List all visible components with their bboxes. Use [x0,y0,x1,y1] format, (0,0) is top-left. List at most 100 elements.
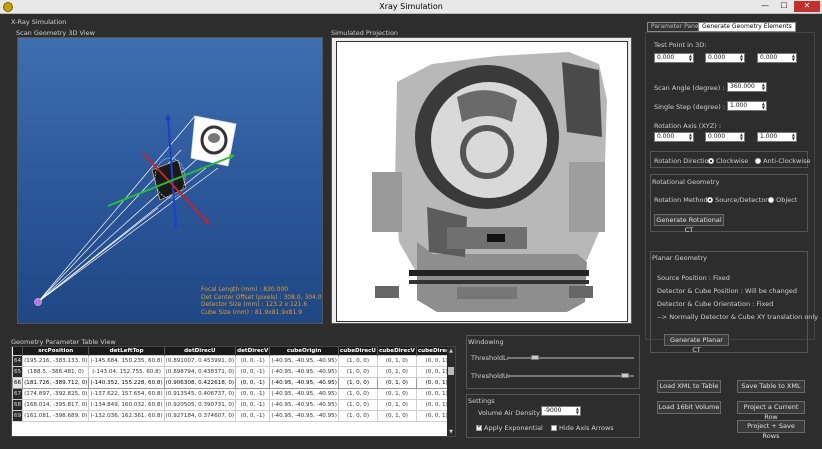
table-row[interactable]: 64 (195.216, -383.133, 0) (-145.684, 150… [12,354,455,367]
table-cell[interactable]: (0, 0, -1) [235,365,271,378]
spin-arrows-icon[interactable]: ▲ ▼ [689,54,692,62]
table-cell[interactable]: (0, 1, 0) [376,354,417,367]
test-point-y-input[interactable]: 0.000 ▲ ▼ [705,53,745,63]
table-cell[interactable]: (0, 0, -1) [235,376,271,389]
checkbox-checked-icon[interactable] [476,423,482,431]
table-cell[interactable]: (1, 0, 0) [337,387,378,400]
close-button[interactable]: ✕ [794,1,820,12]
table-row[interactable]: 68 (168.014, -395.817, 0) (-134.849, 160… [12,398,455,411]
table-cell[interactable]: (0.913545, 0.406737, 0) [163,387,237,400]
table-cell[interactable]: (0, 0, -1) [235,354,271,367]
hide-axis-checkbox[interactable]: Hide Axis Arrows [551,424,614,432]
radio-icon-selected[interactable] [708,158,714,164]
spin-arrows-icon[interactable]: ▲ ▼ [762,102,765,110]
table-cell[interactable]: (-145.684, 150.235, 60.8) [88,354,165,367]
column-header[interactable]: cubeDirecV [377,347,417,355]
table-cell[interactable]: (1, 0, 0) [337,409,378,422]
load-xml-button[interactable]: Load XML to Table [657,380,721,393]
row-number[interactable]: 68 [12,398,24,411]
table-cell[interactable]: (1, 0, 0) [337,398,378,411]
generate-rotational-ct-button[interactable]: Generate Rotational CT [654,214,724,234]
row-number[interactable]: 69 [12,409,24,422]
table-cell[interactable]: (0, 1, 0) [376,376,417,389]
table-cell[interactable]: (0.906308, 0.422618, 0) [163,376,237,389]
table-cell[interactable]: (1, 0, 0) [337,365,378,378]
spin-arrows-icon[interactable]: ▲ ▼ [762,83,765,91]
rotation-axis-z-input[interactable]: 1.000 ▲ ▼ [757,132,797,142]
spin-arrows-icon[interactable]: ▲ ▼ [740,133,743,141]
column-header[interactable]: detLeftTop [88,347,165,355]
row-number[interactable]: 67 [12,387,24,400]
column-header[interactable]: detDirecV [235,347,271,355]
table-cell[interactable]: (0, 1, 0) [376,409,417,422]
column-header[interactable]: srcPosition [22,347,90,355]
column-header[interactable]: detDirecU [164,347,237,355]
rotation-axis-y-input[interactable]: 0.000 ▲ ▼ [705,132,745,142]
load-volume-button[interactable]: Load 16bit Volume [657,401,721,414]
row-number[interactable]: 64 [12,354,24,367]
table-cell[interactable]: (-40.95, -40.95, -40.95) [269,409,339,422]
spin-arrows-icon[interactable]: ▲ ▼ [689,133,692,141]
spin-arrows-icon[interactable]: ▲ ▼ [576,407,579,415]
table-cell[interactable]: (-137.622, 157.654, 60.8) [88,387,165,400]
table-cell[interactable]: (0, 1, 0) [376,398,417,411]
radio-clockwise[interactable]: Clockwise [708,157,748,165]
table-cell[interactable]: (161.081, -398.689, 0) [22,409,90,422]
table-row[interactable]: 69 (161.081, -398.689, 0) (-132.036, 162… [12,409,455,422]
table-cell[interactable]: (1, 0, 0) [337,376,378,389]
apply-exponential-checkbox[interactable]: Apply Exponential [476,423,543,432]
table-cell[interactable]: (181.726, -389.712, 0) [22,376,90,389]
table-cell[interactable]: (1, 0, 0) [337,354,378,367]
test-point-z-input[interactable]: 0.000 ▲ ▼ [757,53,797,63]
table-cell[interactable]: (-143.04, 152.755, 60.8) [88,365,165,378]
scroll-up-icon[interactable]: ▲ [448,348,454,354]
table-cell[interactable]: (174.897, -392.825, 0) [22,387,90,400]
threshold-l-handle[interactable] [530,355,539,360]
table-cell[interactable]: (-132.036, 162.361, 60.8) [88,409,165,422]
column-header[interactable]: cubeDirecU [338,347,378,355]
column-header[interactable]: cubeOrigin [269,347,339,355]
geometry-parameter-table[interactable]: srcPosition detLeftTop detDirecU detDire… [11,346,456,437]
air-density-input[interactable]: -9000 ▲ ▼ [541,406,581,416]
scan-angle-input[interactable]: 360.000 ▲ ▼ [727,82,767,92]
radio-source-detector[interactable]: Source/Detector [707,196,768,204]
rotation-axis-x-input[interactable]: 0.000 ▲ ▼ [654,132,694,142]
table-cell[interactable]: (0.920505, 0.390731, 0) [163,398,237,411]
radio-anti-clockwise[interactable]: Anti-Clockwise [755,157,811,165]
checkbox-icon[interactable] [551,425,557,431]
scroll-down-icon[interactable]: ▼ [448,429,454,435]
maximize-button[interactable]: ☐ [775,1,793,12]
minimize-button[interactable]: — [756,1,774,12]
spin-arrows-icon[interactable]: ▲ ▼ [740,54,743,62]
table-cell[interactable]: (-140.352, 155.228, 60.8) [88,376,165,389]
table-cell[interactable]: (0.927184, 0.374607, 0) [163,409,237,422]
table-cell[interactable]: (0, 1, 0) [376,387,417,400]
table-cell[interactable]: (168.014, -395.817, 0) [22,398,90,411]
project-save-rows-button[interactable]: Project + Save Rows [737,420,805,440]
tab-generate-geometry-elements[interactable]: Generate Geometry Elements [698,22,796,32]
table-row[interactable]: 67 (174.897, -392.825, 0) (-137.622, 157… [12,387,455,400]
table-cell[interactable]: (-40.95, -40.95, -40.95) [269,387,339,400]
table-cell[interactable]: (0.891007, 0.453991, 0) [163,354,237,367]
table-row[interactable]: 65 (188.5, -386.481, 0) (-143.04, 152.75… [12,365,455,378]
table-cell[interactable]: (0, 1, 0) [376,365,417,378]
scan-geometry-3d-view[interactable]: Focal Length (mm) : 830.000 Det Center O… [17,37,323,324]
table-cell[interactable]: (0.898794, 0.438371, 0) [163,365,237,378]
radio-object[interactable]: Object [768,196,797,204]
table-vertical-scrollbar[interactable]: ▲ ▼ [447,347,455,436]
table-cell[interactable]: (-40.95, -40.95, -40.95) [269,376,339,389]
save-xml-button[interactable]: Save Table to XML [737,380,805,393]
test-point-x-input[interactable]: 0.000 ▲ ▼ [654,53,694,63]
threshold-u-handle[interactable] [621,373,630,378]
tab-parameter-panel[interactable]: Parameter Panel [647,22,705,32]
table-cell[interactable]: (0, 0, -1) [235,409,271,422]
radio-icon[interactable] [768,197,774,203]
row-number[interactable]: 65 [12,365,24,378]
threshold-l-slider[interactable] [507,357,634,359]
table-cell[interactable]: (0, 0, -1) [235,387,271,400]
table-row-selected[interactable]: 66 (181.726, -389.712, 0) (-140.352, 155… [12,376,455,389]
table-cell[interactable]: (0, 0, -1) [235,398,271,411]
threshold-u-slider[interactable] [507,375,634,377]
table-cell[interactable]: (-134.849, 160.032, 60.8) [88,398,165,411]
radio-icon-selected[interactable] [707,197,713,203]
